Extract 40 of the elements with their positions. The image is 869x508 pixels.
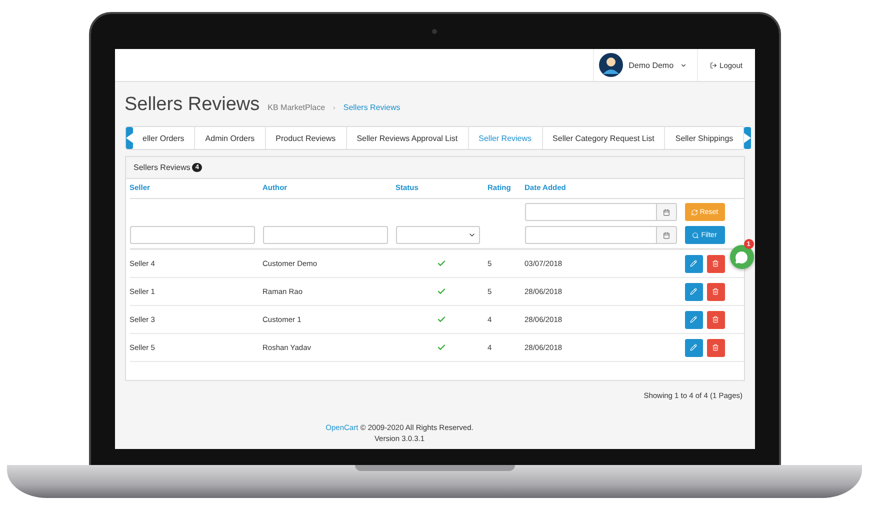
trash-icon xyxy=(712,288,719,295)
trash-icon xyxy=(712,260,719,267)
pencil-icon xyxy=(690,344,697,351)
logout-icon xyxy=(710,62,717,68)
search-icon xyxy=(692,232,700,238)
pencil-icon xyxy=(690,316,697,323)
delete-button[interactable] xyxy=(706,254,724,272)
calendar-icon xyxy=(662,232,670,238)
avatar-icon xyxy=(598,53,623,77)
trash-icon xyxy=(712,344,719,351)
refresh-icon xyxy=(690,208,698,216)
caret-icon xyxy=(468,231,476,239)
caret-icon xyxy=(680,62,687,68)
edit-button[interactable] xyxy=(684,282,702,300)
breadcrumb-link[interactable]: KB MarketPlace xyxy=(268,103,326,112)
delete-button[interactable] xyxy=(706,282,724,300)
pencil-icon xyxy=(690,260,697,267)
user-menu[interactable]: Demo Demo xyxy=(592,49,698,81)
calendar-button[interactable] xyxy=(656,203,676,221)
user-name: Demo Demo xyxy=(628,60,674,70)
seller-filter-field[interactable] xyxy=(130,226,254,244)
camera-icon xyxy=(432,29,437,34)
trash-icon xyxy=(712,316,719,323)
edit-button[interactable] xyxy=(684,254,702,272)
author-filter-field[interactable] xyxy=(262,226,388,244)
scroll-right-button[interactable] xyxy=(744,127,752,149)
edit-button[interactable] xyxy=(684,338,702,356)
delete-button[interactable] xyxy=(706,310,724,328)
calendar-icon xyxy=(662,208,670,216)
breadcrumb-link[interactable]: Sellers Reviews xyxy=(343,103,400,112)
delete-button[interactable] xyxy=(706,338,724,356)
date-from-field[interactable] xyxy=(524,203,656,221)
calendar-button[interactable] xyxy=(656,226,676,244)
chat-icon xyxy=(735,250,748,264)
edit-button[interactable] xyxy=(684,310,702,328)
page-title: Sellers Reviews xyxy=(124,94,260,116)
panel-title: Sellers Reviews xyxy=(134,163,190,172)
scroll-left-button[interactable] xyxy=(126,127,132,149)
date-to-field[interactable] xyxy=(524,226,656,244)
pencil-icon xyxy=(690,288,697,295)
